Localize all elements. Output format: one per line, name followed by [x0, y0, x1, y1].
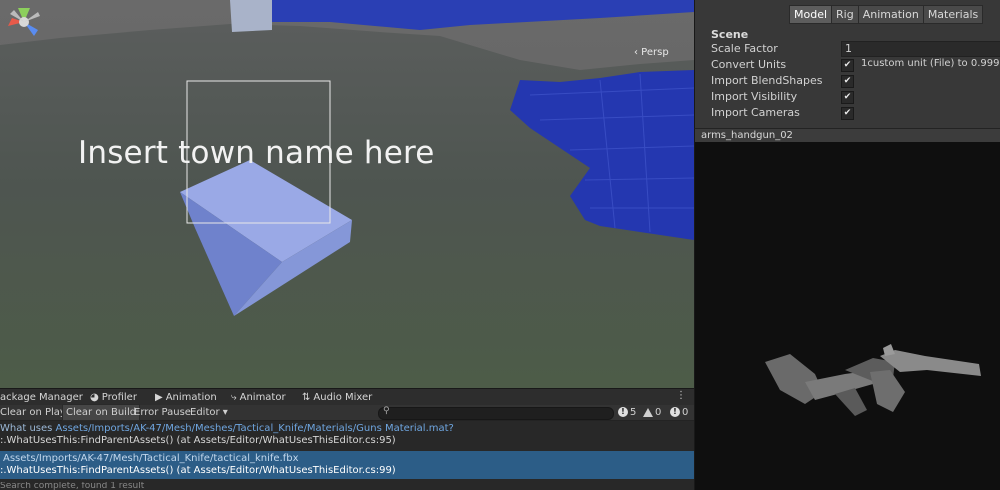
- warning-count[interactable]: 0: [643, 405, 661, 420]
- error-icon: !: [670, 407, 680, 417]
- console-entry-trace: :.WhatUsesThis:FindParentAssets() (at As…: [0, 435, 396, 446]
- arms-handgun-model: [765, 344, 981, 416]
- tab-animation[interactable]: Animation: [857, 5, 924, 24]
- import-cameras-value-wrap: ✔: [841, 105, 854, 121]
- model-preview[interactable]: [694, 142, 1000, 490]
- tab-animator-label: Animator: [239, 392, 286, 403]
- orientation-gizmo-icon[interactable]: [0, 0, 48, 44]
- tab-audio-mixer-label: Audio Mixer: [313, 392, 373, 403]
- section-title-scene: Scene: [711, 28, 749, 41]
- console-toolbar: Clear on Play Clear on Build Error Pause…: [0, 404, 694, 421]
- animator-icon: ⤷: [231, 392, 237, 403]
- import-visibility-checkbox[interactable]: ✔: [841, 90, 854, 104]
- scene-view[interactable]: Insert town name here ‹ Persp: [0, 0, 694, 388]
- persp-label[interactable]: ‹ Persp: [634, 47, 669, 58]
- search-icon: ⚲: [383, 406, 390, 416]
- console-entry-selected[interactable]: Assets/Imports/AK-47/Mesh/Tactical_Knife…: [0, 451, 694, 479]
- import-settings-tabs: Model Rig Animation Materials: [789, 5, 984, 24]
- tab-model[interactable]: Model: [789, 5, 833, 24]
- inspector-panel: Model Rig Animation Materials Scene Scal…: [694, 0, 1000, 128]
- animation-icon: ▶: [155, 392, 163, 403]
- tab-materials[interactable]: Materials: [922, 5, 984, 24]
- scene-render: [0, 0, 694, 388]
- warning-count-label: 0: [655, 407, 662, 418]
- convert-units-value-wrap: ✔: [841, 57, 854, 73]
- preview-header[interactable]: arms_handgun_02: [694, 128, 1000, 142]
- import-visibility-label: Import Visibility: [711, 90, 798, 103]
- scale-factor-input[interactable]: 1: [841, 41, 1000, 57]
- import-visibility-value-wrap: ✔: [841, 89, 854, 105]
- tab-animator[interactable]: ⤷ Animator: [231, 389, 286, 406]
- console-search-input[interactable]: ⚲: [378, 406, 614, 420]
- console-panel: ackage Manager ◕ Profiler ▶ Animation ⤷ Ani…: [0, 388, 694, 490]
- info-count-label: 5: [630, 407, 637, 418]
- convert-units-checkbox[interactable]: ✔: [841, 58, 854, 72]
- convert-units-detail: 1custom unit (File) to 0.9999999: [861, 58, 1000, 69]
- editor-dropdown[interactable]: Editor ▾: [190, 405, 228, 420]
- import-blendshapes-label: Import BlendShapes: [711, 74, 823, 87]
- warning-icon: [643, 407, 653, 417]
- tab-audio-mixer[interactable]: ⇅ Audio Mixer: [302, 389, 372, 406]
- console-entry-prefix: What uses: [0, 423, 56, 434]
- clear-on-build-button[interactable]: Clear on Build: [62, 404, 141, 421]
- console-entry-trace: :.WhatUsesThis:FindParentAssets() (at As…: [0, 465, 396, 476]
- cube-far: [230, 0, 272, 32]
- error-count[interactable]: ! 0: [670, 405, 688, 420]
- console-status: Search complete, found 1 result: [0, 482, 145, 490]
- console-entry-path: Assets/Imports/AK-47/Mesh/Meshes/Tactica…: [55, 423, 454, 434]
- import-blendshapes-value-wrap: ✔: [841, 73, 854, 89]
- console-entry-path: Assets/Imports/AK-47/Mesh/Tactical_Knife…: [3, 453, 299, 464]
- preview-title: arms_handgun_02: [701, 130, 793, 141]
- info-icon: !: [618, 407, 628, 417]
- info-count[interactable]: ! 5: [618, 405, 636, 420]
- clear-on-play-button[interactable]: Clear on Play: [0, 405, 66, 420]
- import-cameras-label: Import Cameras: [711, 106, 800, 119]
- scale-factor-label: Scale Factor: [711, 42, 778, 55]
- tab-animation-label: Animation: [165, 392, 217, 403]
- console-entry[interactable]: What uses Assets/Imports/AK-47/Mesh/Mesh…: [0, 423, 694, 447]
- error-pause-button[interactable]: Error Pause: [134, 405, 191, 420]
- more-options-icon[interactable]: ⋮: [676, 390, 686, 401]
- import-blendshapes-checkbox[interactable]: ✔: [841, 74, 854, 88]
- profiler-icon: ◕: [90, 392, 99, 403]
- scale-factor-value-wrap: 1: [841, 41, 1000, 57]
- town-name-text: Insert town name here: [78, 135, 435, 171]
- tab-animation-window[interactable]: ▶ Animation: [155, 389, 217, 406]
- tab-profiler-label: Profiler: [101, 392, 137, 403]
- audio-mixer-icon: ⇅: [302, 392, 311, 403]
- convert-units-label: Convert Units: [711, 58, 787, 71]
- tab-rig[interactable]: Rig: [831, 5, 859, 24]
- error-count-label: 0: [682, 407, 689, 418]
- import-cameras-checkbox[interactable]: ✔: [841, 106, 854, 120]
